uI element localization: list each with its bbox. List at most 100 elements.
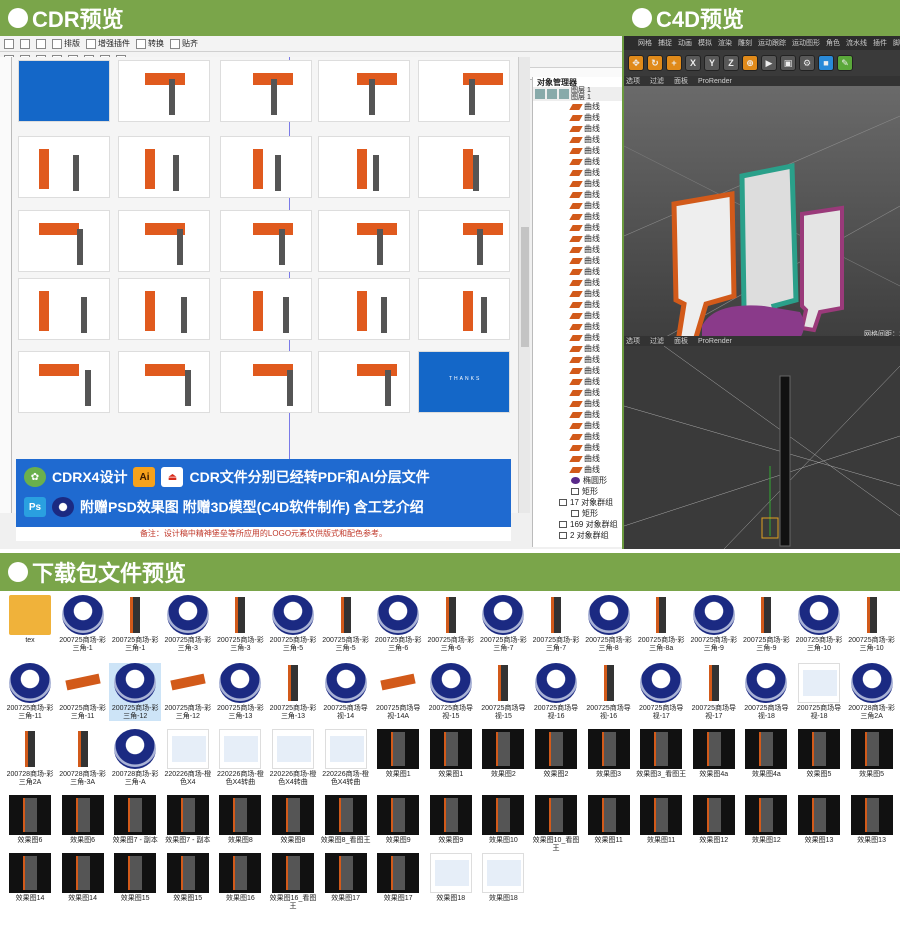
- object-list-item[interactable]: 曲线: [533, 431, 622, 442]
- cdr-page-thumbnail[interactable]: [18, 351, 110, 413]
- object-list-item[interactable]: 曲线: [533, 398, 622, 409]
- cdr-page-thumbnail[interactable]: [18, 278, 110, 340]
- cdr-page-thumbnail[interactable]: [18, 210, 110, 272]
- file-item[interactable]: 200725商场导视-17: [688, 663, 740, 721]
- object-list-item[interactable]: 曲线: [533, 442, 622, 453]
- object-list-item[interactable]: 曲线: [533, 167, 622, 178]
- c4d-menu-item[interactable]: 脚: [893, 38, 900, 48]
- file-item[interactable]: 200725商场导视-16: [530, 663, 582, 721]
- vp-menu-options[interactable]: 选项: [626, 336, 640, 346]
- object-list-item[interactable]: 曲线: [533, 134, 622, 145]
- file-item[interactable]: 效果图16_看图王: [267, 853, 319, 911]
- c4d-menu-item[interactable]: 插件: [873, 38, 887, 48]
- vp-menu-options[interactable]: 选项: [626, 76, 640, 86]
- file-item[interactable]: 效果图8: [214, 795, 266, 845]
- file-item[interactable]: 效果图5: [793, 729, 845, 779]
- file-item[interactable]: 200725商场-彩三角-10: [793, 595, 845, 653]
- c4d-perspective-viewport[interactable]: 选项过滤面板 ProRender 网格间距：10: [624, 76, 900, 338]
- vp-menu-panel[interactable]: 面板: [674, 336, 688, 346]
- render-settings-icon[interactable]: ⚙: [799, 55, 815, 71]
- file-item[interactable]: 200728商场-彩三角-A: [109, 729, 161, 787]
- pen-icon[interactable]: ✎: [837, 55, 853, 71]
- c4d-menu-item[interactable]: 运动跟踪: [758, 38, 786, 48]
- object-list-item[interactable]: 曲线: [533, 343, 622, 354]
- object-list-item[interactable]: 曲线: [533, 277, 622, 288]
- file-item[interactable]: 220226商场-橙色X4转曲: [320, 729, 372, 787]
- file-item[interactable]: 200725商场-彩三角-7: [530, 595, 582, 653]
- file-item[interactable]: 效果图17: [320, 853, 372, 903]
- object-list-item[interactable]: 曲线: [533, 321, 622, 332]
- cdr-page-thumbnail[interactable]: [318, 351, 410, 413]
- cdr-page-thumbnail[interactable]: [220, 136, 312, 198]
- file-item[interactable]: 200725商场-彩三角-5: [320, 595, 372, 653]
- file-item[interactable]: 200725商场-彩三角-13: [214, 663, 266, 721]
- vertical-scrollbar[interactable]: [518, 57, 530, 513]
- object-list-item[interactable]: 17 对象群组: [533, 497, 622, 508]
- file-item[interactable]: 200725商场-彩三角-1: [109, 595, 161, 653]
- cdr-page-thumbnail[interactable]: [220, 210, 312, 272]
- file-item[interactable]: 效果图13: [846, 795, 898, 845]
- file-item[interactable]: 200725商场-彩三角-13: [267, 663, 319, 721]
- layer-icon[interactable]: [535, 89, 545, 99]
- object-list-item[interactable]: 曲线: [533, 145, 622, 156]
- file-item[interactable]: 效果图6: [57, 795, 109, 845]
- object-list-item[interactable]: 曲线: [533, 310, 622, 321]
- file-item[interactable]: 效果图8: [267, 795, 319, 845]
- file-item[interactable]: 效果图4a: [740, 729, 792, 779]
- file-item[interactable]: 效果图1: [372, 729, 424, 779]
- zoom-out-icon[interactable]: [20, 38, 30, 49]
- file-item[interactable]: 效果图12: [740, 795, 792, 845]
- file-item[interactable]: 效果图4a: [688, 729, 740, 779]
- object-list-item[interactable]: 曲线: [533, 222, 622, 233]
- file-item[interactable]: 200725商场导视-18: [740, 663, 792, 721]
- object-list-item[interactable]: 曲线: [533, 200, 622, 211]
- file-item[interactable]: 效果图7 - 副本: [162, 795, 214, 845]
- file-item[interactable]: 效果图9: [372, 795, 424, 845]
- object-list-item[interactable]: 曲线: [533, 123, 622, 134]
- c4d-menu-item[interactable]: 模拟: [698, 38, 712, 48]
- file-item[interactable]: 200725商场导视-18: [793, 663, 845, 721]
- c4d-menu-item[interactable]: 动画: [678, 38, 692, 48]
- file-item[interactable]: 200725商场-彩三角-8a: [635, 595, 687, 653]
- file-item[interactable]: 效果图9: [425, 795, 477, 845]
- object-list-item[interactable]: 曲线: [533, 178, 622, 189]
- file-item[interactable]: 效果图1: [425, 729, 477, 779]
- vp-menu-filter[interactable]: 过滤: [650, 336, 664, 346]
- object-list-item[interactable]: 曲线: [533, 376, 622, 387]
- object-list-item[interactable]: 曲线: [533, 365, 622, 376]
- file-item[interactable]: 效果图17: [372, 853, 424, 903]
- cdr-page-thumbnail[interactable]: THANKS: [418, 351, 510, 413]
- coordinate-icon[interactable]: ⊕: [742, 55, 758, 71]
- axis-x-button[interactable]: X: [685, 55, 701, 71]
- file-item[interactable]: 200725商场-彩三角-10: [846, 595, 898, 653]
- axis-z-button[interactable]: Z: [723, 55, 739, 71]
- cdr-page-thumbnail[interactable]: [118, 351, 210, 413]
- cdr-page-thumbnail[interactable]: [418, 210, 510, 272]
- move-tool-icon[interactable]: ✥: [628, 55, 644, 71]
- toolbar-item-snap[interactable]: 贴齐: [170, 38, 198, 49]
- file-item[interactable]: 200725商场-彩三角-5: [267, 595, 319, 653]
- file-item[interactable]: 200725商场导视-14A: [372, 663, 424, 721]
- cdr-page-thumbnail[interactable]: [318, 136, 410, 198]
- file-item[interactable]: 效果图3: [583, 729, 635, 779]
- c4d-menu-item[interactable]: 网格: [638, 38, 652, 48]
- file-item[interactable]: 200725商场-彩三角-11: [4, 663, 56, 721]
- cdr-page-thumbnail[interactable]: [418, 278, 510, 340]
- c4d-front-viewport[interactable]: 选项 过滤 面板 ProRender: [624, 336, 900, 549]
- cdr-page-thumbnail[interactable]: [118, 278, 210, 340]
- file-item[interactable]: 效果图11: [635, 795, 687, 845]
- scrollbar-thumb[interactable]: [521, 227, 529, 347]
- object-list-item[interactable]: 椭圆形: [533, 475, 622, 486]
- cdr-page-thumbnail[interactable]: [220, 351, 312, 413]
- vp-menu-panel[interactable]: 面板: [674, 76, 688, 86]
- c4d-menu-item[interactable]: 流水线: [846, 38, 867, 48]
- render-view-icon[interactable]: ▶: [761, 55, 777, 71]
- file-item[interactable]: 200725商场-彩三角-12: [109, 663, 162, 721]
- cdr-page-thumbnail[interactable]: [18, 60, 110, 122]
- pan-icon[interactable]: [36, 38, 46, 49]
- cdr-page-thumbnail[interactable]: [220, 278, 312, 340]
- file-item[interactable]: 效果图10: [477, 795, 529, 845]
- toolbar-item-convert[interactable]: 转换: [136, 38, 164, 49]
- cdr-page-thumbnail[interactable]: [118, 210, 210, 272]
- vp-menu-filter[interactable]: 过滤: [650, 76, 664, 86]
